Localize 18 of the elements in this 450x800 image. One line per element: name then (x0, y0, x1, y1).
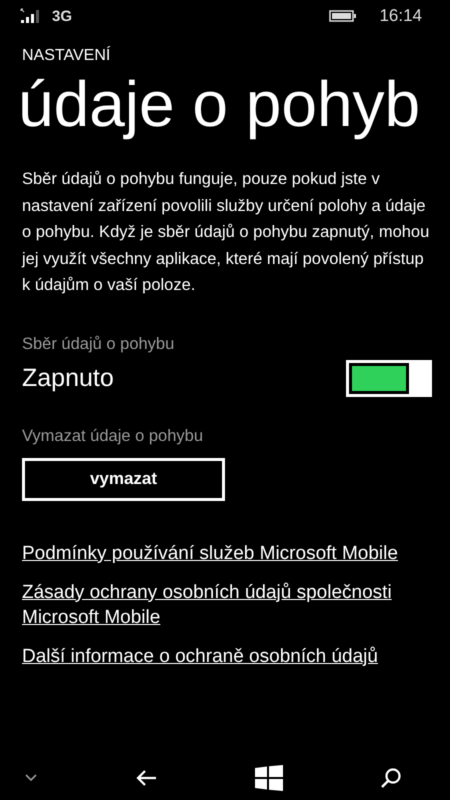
chevron-down-icon[interactable] (24, 773, 38, 782)
clear-button[interactable]: vymazat (22, 458, 225, 500)
clock-time: 16:14 (379, 6, 422, 26)
setting-state: Zapnuto (22, 364, 114, 392)
page-title: údaje o pohyb (18, 67, 420, 142)
toggle-switch[interactable] (346, 360, 432, 396)
search-icon[interactable] (380, 766, 402, 788)
setting-label: Sběr údajů o pohybu (22, 334, 174, 354)
windows-icon[interactable] (254, 764, 283, 790)
setting-label: Vymazat údaje o pohybu (22, 426, 204, 446)
description-text: Sběr údajů o pohybu funguje, pouze pokud jste v nastavení zařízení povolili služby určení polohy a údaje o pohybu. Když je sběr údajů o pohybu zapnutý, mohou jej využít všechny aplikace, které mají povolený přístup k údajům o vaší poloze. (22, 169, 430, 296)
battery-icon (329, 10, 358, 22)
link[interactable]: Zásady ochrany osobních údajů společnosti Microsoft Mobile (22, 580, 402, 630)
network-type: 3G (52, 8, 72, 24)
back-icon[interactable] (135, 768, 158, 786)
link[interactable]: Podmínky používání služeb Microsoft Mobile (22, 540, 402, 566)
section-title: NASTAVENÍ (22, 46, 110, 66)
link[interactable]: Další informace o ochraně osobních údajů (22, 644, 402, 668)
